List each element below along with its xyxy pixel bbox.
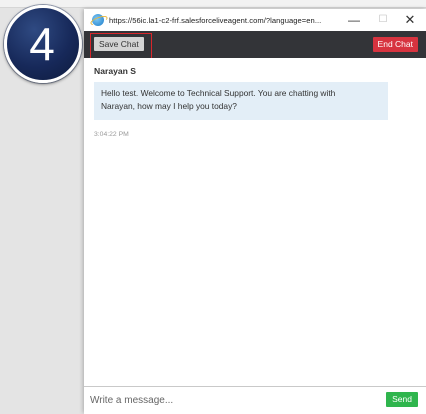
maximize-icon[interactable]: ☐ [371,11,395,29]
background-strip [0,0,426,8]
message-timestamp: 3:04:22 PM [94,131,129,138]
ie-icon [92,14,104,26]
url-text: https://56ic.la1-c2-frf.salesforceliveag… [109,15,322,25]
chat-transcript: Narayan S Hello test. Welcome to Technic… [84,58,426,386]
chat-window: https://56ic.la1-c2-frf.salesforceliveag… [84,9,426,414]
end-chat-button[interactable]: End Chat [372,37,418,52]
message-line: Narayan, how may I help you today? [101,101,237,111]
send-button[interactable]: Send [386,392,418,407]
chat-toolbar: Save Chat End Chat [84,31,426,65]
message-line: Hello test. Welcome to Technical Support… [101,88,336,98]
step-number-badge: 4 [4,5,82,83]
minimize-icon[interactable]: — [342,11,366,29]
agent-message-bubble: Hello test. Welcome to Technical Support… [94,82,388,120]
browser-titlebar: https://56ic.la1-c2-frf.salesforceliveag… [84,9,426,31]
close-icon[interactable]: ✕ [398,11,422,29]
message-input[interactable] [90,391,370,409]
save-chat-button[interactable]: Save Chat [94,37,144,51]
agent-name: Narayan S [94,66,137,76]
message-composer: Send [84,386,426,414]
step-number: 4 [29,18,55,70]
